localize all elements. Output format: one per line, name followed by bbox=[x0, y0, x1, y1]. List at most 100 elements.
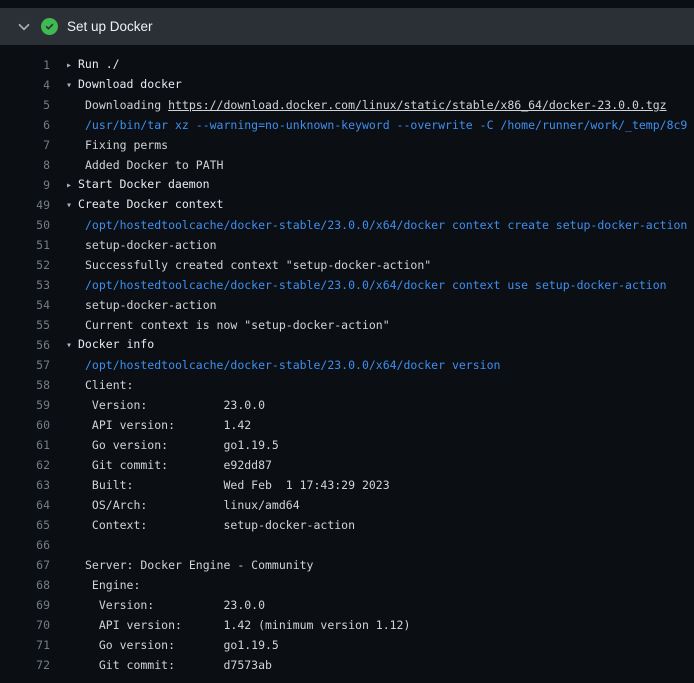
log-line: 55Current context is now "setup-docker-a… bbox=[0, 315, 694, 335]
line-number[interactable]: 64 bbox=[0, 495, 50, 515]
log-line: 70 API version: 1.42 (minimum version 1.… bbox=[0, 615, 694, 635]
log-line: 64 OS/Arch: linux/amd64 bbox=[0, 495, 694, 515]
log-text: Go version: go1.19.5 bbox=[50, 435, 694, 455]
log-text: Git commit: d7573ab bbox=[50, 655, 694, 675]
log-line: 5Downloading https://download.docker.com… bbox=[0, 95, 694, 115]
log-command: /opt/hostedtoolcache/docker-stable/23.0.… bbox=[50, 275, 694, 295]
step-header[interactable]: Set up Docker bbox=[0, 8, 694, 45]
log-area: 1▸Run ./4▾Download docker5Downloading ht… bbox=[0, 45, 694, 675]
line-number[interactable]: 70 bbox=[0, 615, 50, 635]
group-collapsed-icon[interactable]: ▸ bbox=[66, 176, 78, 196]
log-text: Version: 23.0.0 bbox=[50, 395, 694, 415]
group-header[interactable]: ▸Start Docker daemon bbox=[50, 174, 694, 196]
group-header[interactable]: ▾Download docker bbox=[50, 74, 694, 96]
line-number[interactable]: 52 bbox=[0, 255, 50, 275]
line-number[interactable]: 63 bbox=[0, 475, 50, 495]
chevron-down-icon[interactable] bbox=[16, 19, 32, 35]
line-number[interactable]: 67 bbox=[0, 555, 50, 575]
log-line: 1▸Run ./ bbox=[0, 55, 694, 75]
line-number[interactable]: 66 bbox=[0, 535, 50, 555]
log-line: 69 Version: 23.0.0 bbox=[0, 595, 694, 615]
group-title: Docker info bbox=[78, 337, 154, 351]
line-number[interactable]: 59 bbox=[0, 395, 50, 415]
log-text: Version: 23.0.0 bbox=[50, 595, 694, 615]
group-expanded-icon[interactable]: ▾ bbox=[66, 196, 78, 216]
log-text: Go version: go1.19.5 bbox=[50, 635, 694, 655]
line-number[interactable]: 7 bbox=[0, 135, 50, 155]
log-line: 63 Built: Wed Feb 1 17:43:29 2023 bbox=[0, 475, 694, 495]
group-expanded-icon[interactable]: ▾ bbox=[66, 76, 78, 96]
line-number[interactable]: 4 bbox=[0, 75, 50, 95]
log-text: Built: Wed Feb 1 17:43:29 2023 bbox=[50, 475, 694, 495]
log-text: Successfully created context "setup-dock… bbox=[50, 255, 694, 275]
log-line: 71 Go version: go1.19.5 bbox=[0, 635, 694, 655]
log-line: 8Added Docker to PATH bbox=[0, 155, 694, 175]
log-text: setup-docker-action bbox=[50, 295, 694, 315]
log-line: 49▾Create Docker context bbox=[0, 195, 694, 215]
log-text: Current context is now "setup-docker-act… bbox=[50, 315, 694, 335]
line-number[interactable]: 56 bbox=[0, 335, 50, 355]
line-number[interactable]: 62 bbox=[0, 455, 50, 475]
log-text: OS/Arch: linux/amd64 bbox=[50, 495, 694, 515]
check-circle-icon bbox=[41, 18, 58, 35]
log-command: /usr/bin/tar xz --warning=no-unknown-key… bbox=[50, 115, 694, 135]
group-title: Create Docker context bbox=[78, 197, 223, 211]
actions-log-panel: Set up Docker 1▸Run ./4▾Download docker5… bbox=[0, 0, 694, 675]
log-line: 53/opt/hostedtoolcache/docker-stable/23.… bbox=[0, 275, 694, 295]
log-command: /opt/hostedtoolcache/docker-stable/23.0.… bbox=[50, 355, 694, 375]
group-expanded-icon[interactable]: ▾ bbox=[66, 336, 78, 356]
log-line: 68 Engine: bbox=[0, 575, 694, 595]
log-line: 67Server: Docker Engine - Community bbox=[0, 555, 694, 575]
line-number[interactable]: 50 bbox=[0, 215, 50, 235]
line-number[interactable]: 65 bbox=[0, 515, 50, 535]
log-text-prefix: Downloading bbox=[85, 98, 168, 112]
log-text: API version: 1.42 (minimum version 1.12) bbox=[50, 615, 694, 635]
line-number[interactable]: 49 bbox=[0, 195, 50, 215]
log-line: 60 API version: 1.42 bbox=[0, 415, 694, 435]
line-number[interactable]: 68 bbox=[0, 575, 50, 595]
group-collapsed-icon[interactable]: ▸ bbox=[66, 56, 78, 76]
log-text: Added Docker to PATH bbox=[50, 155, 694, 175]
group-header[interactable]: ▾Docker info bbox=[50, 334, 694, 356]
log-line: 58Client: bbox=[0, 375, 694, 395]
log-text: Client: bbox=[50, 375, 694, 395]
line-number[interactable]: 54 bbox=[0, 295, 50, 315]
group-header[interactable]: ▾Create Docker context bbox=[50, 194, 694, 216]
line-number[interactable]: 71 bbox=[0, 635, 50, 655]
log-line: 9▸Start Docker daemon bbox=[0, 175, 694, 195]
log-text: Downloading https://download.docker.com/… bbox=[50, 95, 694, 115]
line-number[interactable]: 5 bbox=[0, 95, 50, 115]
group-header[interactable]: ▸Run ./ bbox=[50, 54, 694, 76]
line-number[interactable]: 6 bbox=[0, 115, 50, 135]
line-number[interactable]: 1 bbox=[0, 55, 50, 75]
log-link[interactable]: https://download.docker.com/linux/static… bbox=[168, 98, 667, 112]
line-number[interactable]: 51 bbox=[0, 235, 50, 255]
log-line: 57/opt/hostedtoolcache/docker-stable/23.… bbox=[0, 355, 694, 375]
log-text: Engine: bbox=[50, 575, 694, 595]
log-line: 61 Go version: go1.19.5 bbox=[0, 435, 694, 455]
line-number[interactable]: 72 bbox=[0, 655, 50, 675]
log-text: Fixing perms bbox=[50, 135, 694, 155]
line-number[interactable]: 53 bbox=[0, 275, 50, 295]
log-line: 59 Version: 23.0.0 bbox=[0, 395, 694, 415]
line-number[interactable]: 57 bbox=[0, 355, 50, 375]
step-title: Set up Docker bbox=[67, 19, 153, 34]
log-text: setup-docker-action bbox=[50, 235, 694, 255]
log-line: 72 Git commit: d7573ab bbox=[0, 655, 694, 675]
log-line: 7Fixing perms bbox=[0, 135, 694, 155]
line-number[interactable]: 61 bbox=[0, 435, 50, 455]
log-command: /opt/hostedtoolcache/docker-stable/23.0.… bbox=[50, 215, 694, 235]
line-number[interactable]: 8 bbox=[0, 155, 50, 175]
group-title: Download docker bbox=[78, 77, 182, 91]
log-line: 6/usr/bin/tar xz --warning=no-unknown-ke… bbox=[0, 115, 694, 135]
line-number[interactable]: 69 bbox=[0, 595, 50, 615]
line-number[interactable]: 55 bbox=[0, 315, 50, 335]
line-number[interactable]: 60 bbox=[0, 415, 50, 435]
line-number[interactable]: 58 bbox=[0, 375, 50, 395]
log-line: 51setup-docker-action bbox=[0, 235, 694, 255]
line-number[interactable]: 9 bbox=[0, 175, 50, 195]
log-text: API version: 1.42 bbox=[50, 415, 694, 435]
log-line: 4▾Download docker bbox=[0, 75, 694, 95]
log-line: 66 bbox=[0, 535, 694, 555]
log-line: 52Successfully created context "setup-do… bbox=[0, 255, 694, 275]
